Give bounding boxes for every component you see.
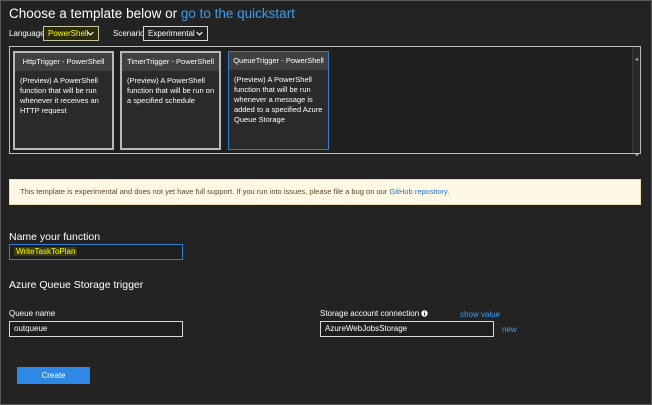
storage-connection-select[interactable]: AzureWebJobsStorage	[320, 321, 494, 337]
template-scrollbar[interactable]	[632, 47, 640, 157]
template-description: (Preview) A PowerShell function that wil…	[127, 76, 215, 105]
page-header: Choose a template below or go to the qui…	[9, 6, 295, 21]
storage-connection-label-wrap: Storage account connection	[320, 309, 428, 318]
scenario-label: Scenario:	[113, 29, 147, 38]
banner-suffix: .	[447, 187, 450, 196]
new-connection-link[interactable]: new	[502, 325, 517, 334]
template-card-timer[interactable]: TimerTrigger - PowerShell (Preview) A Po…	[120, 51, 221, 150]
quickstart-link[interactable]: go to the quickstart	[181, 6, 295, 21]
template-list: HttpTrigger - PowerShell (Preview) A Pow…	[9, 46, 641, 157]
scroll-down-arrow-icon[interactable]	[634, 145, 640, 157]
chevron-down-icon	[87, 30, 94, 37]
storage-connection-label: Storage account connection	[320, 309, 420, 318]
language-select[interactable]: PowerShell	[43, 26, 99, 41]
header-text: Choose a template below or	[9, 6, 178, 21]
scenario-value: Experimental	[148, 29, 195, 38]
trigger-section-title: Azure Queue Storage trigger	[9, 279, 144, 291]
template-card-http[interactable]: HttpTrigger - PowerShell (Preview) A Pow…	[13, 51, 114, 150]
create-button[interactable]: Create	[17, 367, 90, 384]
queue-name-value: outqueue	[14, 324, 48, 333]
storage-connection-value: AzureWebJobsStorage	[325, 324, 408, 333]
function-name-label: Name your function	[9, 231, 101, 243]
function-name-input[interactable]: WriteTaskToPlan	[9, 244, 183, 260]
info-icon	[421, 310, 428, 317]
queue-name-label: Queue name	[9, 309, 56, 318]
template-description: (Preview) A PowerShell function that wil…	[234, 75, 323, 124]
experimental-warning-banner: This template is experimental and does n…	[9, 179, 641, 205]
show-value-link[interactable]: show value	[460, 310, 500, 319]
queue-name-input[interactable]: outqueue	[9, 321, 183, 337]
template-description: (Preview) A PowerShell function that wil…	[20, 76, 99, 115]
scenario-select[interactable]: Experimental	[143, 26, 208, 41]
chevron-down-icon	[196, 30, 203, 37]
function-name-value: WriteTaskToPlan	[14, 247, 78, 256]
language-label: Language:	[9, 29, 47, 38]
template-title: QueueTrigger - PowerShell	[229, 52, 328, 70]
github-repository-link[interactable]: GitHub repository	[389, 187, 447, 196]
scroll-up-arrow-icon[interactable]	[634, 49, 640, 61]
template-card-queue[interactable]: QueueTrigger - PowerShell (Preview) A Po…	[228, 51, 329, 150]
template-title: HttpTrigger - PowerShell	[15, 53, 112, 71]
banner-text: This template is experimental and does n…	[20, 187, 388, 196]
language-value: PowerShell	[48, 29, 89, 38]
template-title: TimerTrigger - PowerShell	[122, 53, 219, 71]
